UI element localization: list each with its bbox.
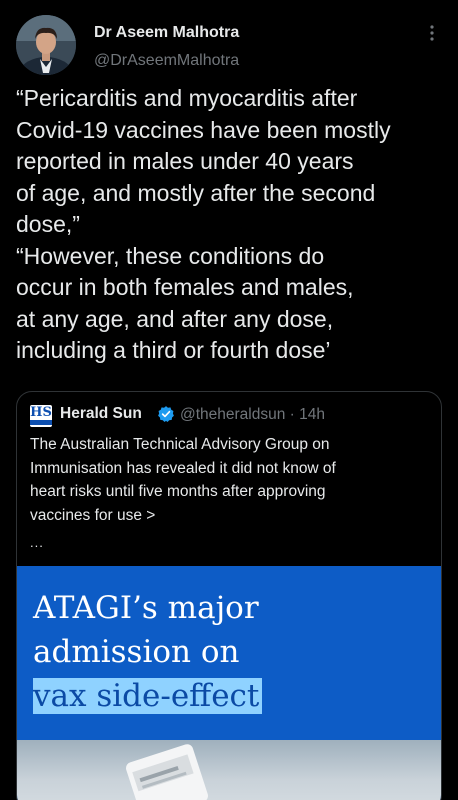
quoted-text-line: Immunisation has revealed it did not kno…	[30, 459, 336, 477]
vaccine-vial-icon	[126, 744, 208, 800]
headline-line: ATAGI’s major	[33, 590, 259, 626]
profile-photo-icon	[16, 15, 76, 75]
tweet-text-line: occur in both females and males,	[16, 274, 354, 300]
quoted-text-line: The Australian Technical Advisory Group …	[30, 436, 330, 453]
quoted-text-line: vaccines for use >	[30, 506, 156, 524]
verified-badge-icon	[157, 405, 175, 423]
quoted-handle-time: @theheraldsun · 14h	[180, 406, 325, 423]
quoted-author-name: Herald Sun	[60, 405, 142, 422]
author-name[interactable]: Dr Aseem Malhotra	[94, 24, 239, 42]
quoted-media-image[interactable]: ATAGI’s major admission on vax side-effe…	[17, 566, 441, 800]
headline-highlight: vax side-effect	[33, 678, 263, 714]
quoted-tweet-text: The Australian Technical Advisory Group …	[30, 433, 430, 527]
tweet: Dr Aseem Malhotra @DrAseemMalhotra “Peri…	[0, 0, 458, 800]
headline-line: admission on	[33, 634, 240, 670]
logo-bar	[30, 420, 52, 425]
quoted-tweet-card[interactable]: HS Herald Sun @theheraldsun · 14h The Au…	[16, 391, 442, 800]
herald-sun-logo-icon: HS	[30, 405, 52, 427]
tweet-text-line: reported in males under 40 years	[16, 148, 354, 174]
tweet-text: “Pericarditis and myocarditis after Covi…	[16, 83, 446, 367]
quoted-text-ellipsis: ...	[30, 535, 44, 550]
author-handle[interactable]: @DrAseemMalhotra	[94, 52, 239, 70]
image-headline: ATAGI’s major admission on vax side-effe…	[33, 586, 263, 718]
tweet-text-line: at any age, and after any dose,	[16, 305, 334, 332]
logo-text: HS	[30, 405, 52, 420]
tweet-text-line: Covid-19 vaccines have been mostly	[16, 116, 391, 143]
tweet-text-line: dose,”	[16, 211, 80, 237]
tweet-text-line: “Pericarditis and myocarditis after	[16, 85, 358, 111]
headline-highlight-line: vax side-effect	[33, 674, 263, 718]
author-avatar[interactable]	[16, 15, 76, 75]
tweet-text-line: of age, and mostly after the second	[16, 179, 376, 206]
tweet-text-line: “However, these conditions do	[16, 242, 325, 269]
more-options-icon[interactable]	[425, 23, 439, 43]
tweet-text-line: including a third or fourth dose’	[16, 337, 331, 363]
quoted-text-line: heart risks until five months after appr…	[30, 483, 326, 500]
vaccine-vial-photo	[17, 740, 441, 800]
